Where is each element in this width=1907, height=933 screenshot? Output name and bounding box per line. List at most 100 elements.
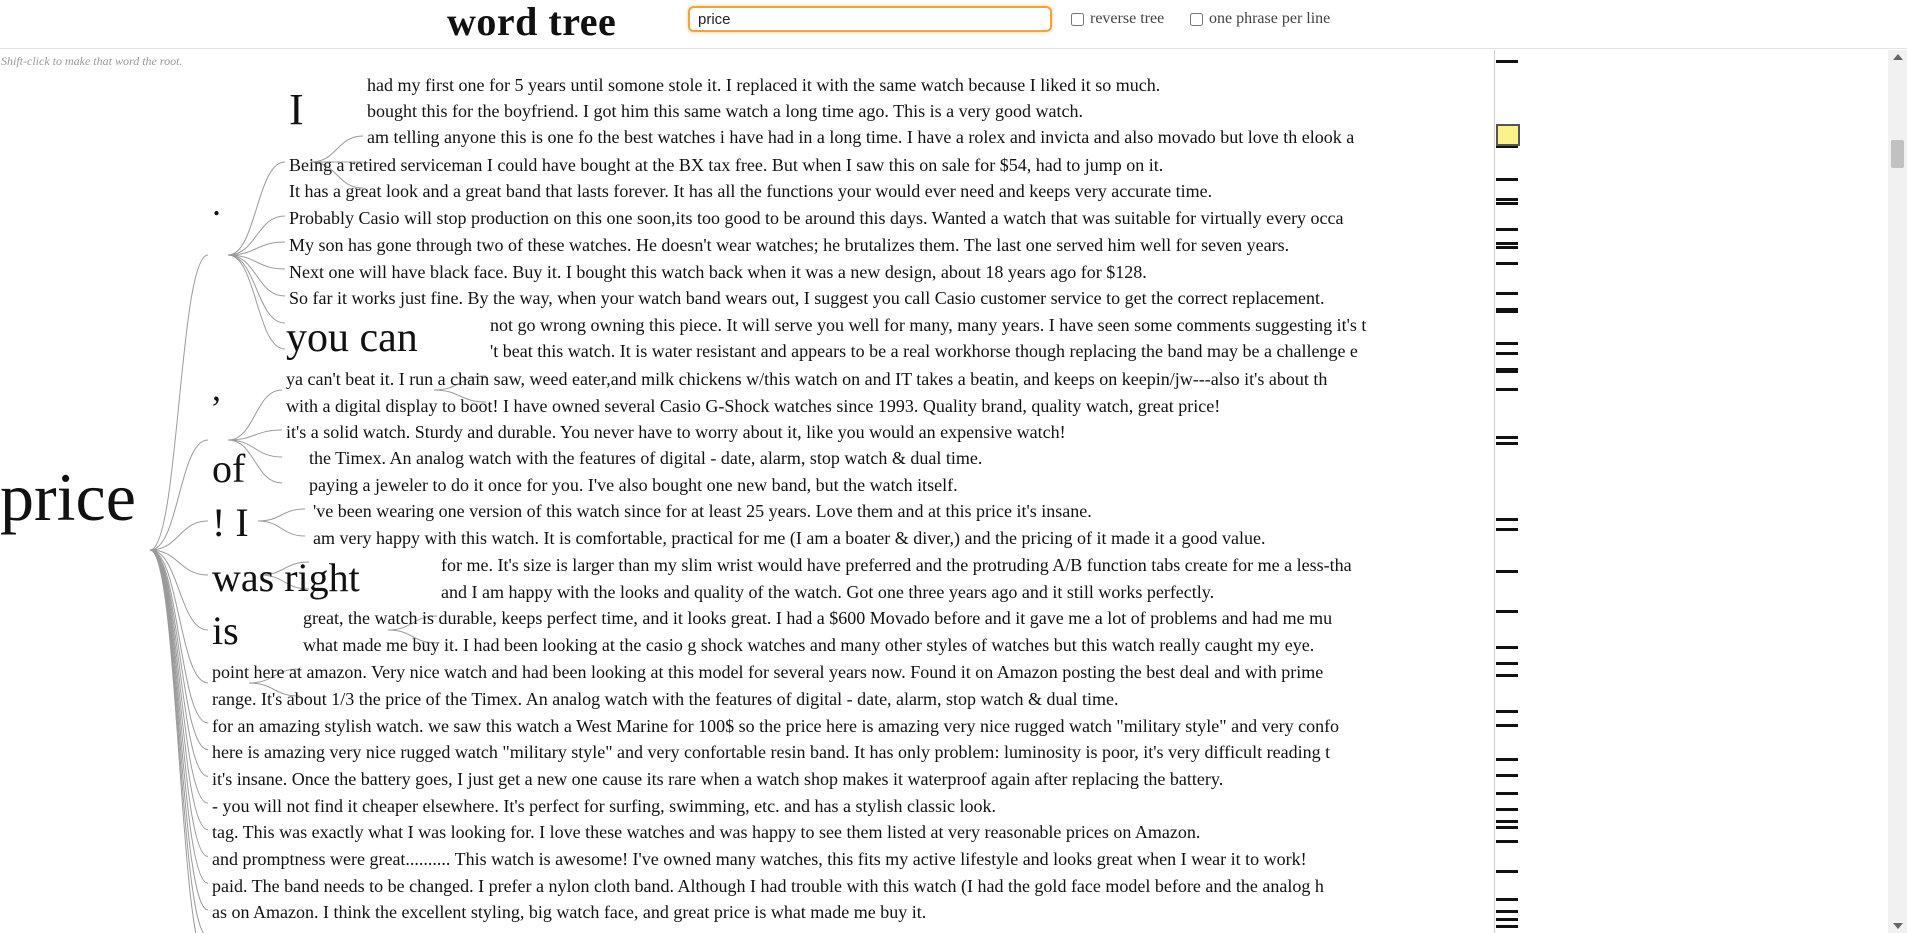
- leaf-phrase[interactable]: paying a jeweler to do it once for you. …: [309, 476, 958, 494]
- leaf-phrase[interactable]: great, the watch is durable, keeps perfe…: [303, 609, 1332, 627]
- tree-connector: [149, 549, 205, 933]
- minimap-match-mark[interactable]: [1496, 262, 1518, 265]
- tree-connector: [227, 254, 286, 324]
- scroll-up-arrow-icon[interactable]: [1893, 54, 1903, 60]
- minimap-match-mark[interactable]: [1496, 370, 1518, 373]
- branch-word[interactable]: you can: [286, 317, 418, 359]
- branch-word[interactable]: .: [212, 185, 221, 221]
- tree-connector: [227, 389, 283, 441]
- minimap-match-mark[interactable]: [1496, 808, 1518, 811]
- tree-connector: [149, 549, 209, 911]
- leaf-phrase[interactable]: had my first one for 5 years until somon…: [367, 76, 1160, 94]
- leaf-phrase[interactable]: what made me buy it. I had been looking …: [303, 636, 1314, 654]
- review-text-panel: is definitely a bang for the bucks. I lo…: [1494, 50, 1907, 933]
- minimap-match-mark[interactable]: [1496, 352, 1518, 355]
- minimap-match-mark[interactable]: [1496, 570, 1518, 573]
- minimap-match-mark[interactable]: [1496, 758, 1518, 761]
- branch-word[interactable]: ! I: [212, 503, 249, 543]
- minimap-match-mark[interactable]: [1496, 774, 1518, 777]
- minimap-match-mark[interactable]: [1496, 242, 1518, 245]
- minimap-match-mark[interactable]: [1496, 60, 1518, 63]
- branch-word[interactable]: of: [212, 449, 245, 489]
- leaf-phrase[interactable]: So far it works just fine. By the way, w…: [289, 289, 1325, 307]
- match-minimap[interactable]: [1494, 50, 1524, 933]
- tree-connector: [149, 549, 209, 857]
- leaf-phrase[interactable]: Next one will have black face. Buy it. I…: [289, 263, 1147, 281]
- leaf-phrase[interactable]: bought this for the boyfriend. I got him…: [367, 102, 1083, 120]
- search-input[interactable]: [688, 6, 1052, 32]
- minimap-match-mark[interactable]: [1496, 925, 1518, 928]
- leaf-phrase[interactable]: 've been wearing one version of this wat…: [313, 502, 1092, 520]
- minimap-match-mark[interactable]: [1496, 342, 1518, 345]
- root-word[interactable]: price: [0, 463, 136, 531]
- minimap-match-mark[interactable]: [1496, 442, 1518, 445]
- minimap-match-mark[interactable]: [1496, 840, 1518, 843]
- minimap-match-mark[interactable]: [1496, 646, 1518, 649]
- scroll-down-arrow-icon[interactable]: [1893, 923, 1903, 929]
- leaf-phrase[interactable]: am telling anyone this is one fo the bes…: [367, 128, 1354, 146]
- leaf-phrase[interactable]: it's a solid watch. Sturdy and durable. …: [286, 423, 1066, 441]
- reverse-tree-checkbox[interactable]: [1071, 12, 1084, 26]
- branch-word[interactable]: was right: [212, 558, 360, 598]
- minimap-match-mark[interactable]: [1496, 820, 1518, 823]
- minimap-match-mark[interactable]: [1496, 436, 1518, 439]
- leaf-phrase[interactable]: am very happy with this watch. It is com…: [313, 529, 1265, 547]
- minimap-match-mark[interactable]: [1496, 610, 1518, 613]
- header: word tree reverse tree one phrase per li…: [0, 0, 1907, 49]
- leaf-phrase[interactable]: with a digital display to boot! I have o…: [286, 397, 1220, 415]
- leaf-phrase[interactable]: and I am happy with the looks and qualit…: [441, 583, 1214, 601]
- minimap-match-mark[interactable]: [1496, 674, 1518, 677]
- branch-word[interactable]: I: [289, 87, 304, 132]
- leaf-phrase[interactable]: ya can't beat it. I run a chain saw, wee…: [286, 370, 1327, 388]
- minimap-match-mark[interactable]: [1496, 826, 1518, 829]
- minimap-match-mark[interactable]: [1496, 202, 1518, 205]
- one-phrase-checkbox[interactable]: [1190, 12, 1203, 26]
- minimap-match-mark[interactable]: [1496, 178, 1518, 181]
- minimap-match-mark[interactable]: [1496, 724, 1518, 727]
- minimap-match-mark[interactable]: [1496, 792, 1518, 795]
- minimap-match-mark[interactable]: [1496, 870, 1518, 873]
- one-phrase-label: one phrase per line: [1209, 10, 1331, 27]
- leaf-phrase[interactable]: the Timex. An analog watch with the feat…: [309, 449, 982, 467]
- leaf-phrase[interactable]: point here at amazon. Very nice watch an…: [212, 663, 1323, 681]
- scrollbar[interactable]: [1888, 50, 1907, 933]
- minimap-match-mark[interactable]: [1496, 310, 1518, 313]
- branch-word[interactable]: is: [212, 611, 239, 651]
- leaf-phrase[interactable]: range. It's about 1/3 the price of the T…: [212, 690, 1119, 708]
- minimap-match-mark[interactable]: [1496, 918, 1518, 921]
- leaf-phrase[interactable]: here is amazing very nice rugged watch "…: [212, 743, 1330, 761]
- minimap-match-mark[interactable]: [1496, 710, 1518, 713]
- leaf-phrase[interactable]: as on Amazon. I think the excellent styl…: [212, 903, 926, 921]
- word-tree: price. Ihad my first one for 5 years unti…: [0, 50, 1493, 933]
- leaf-phrase[interactable]: Probably Casio will stop production on t…: [289, 209, 1344, 227]
- leaf-phrase[interactable]: for me. It's size is larger than my slim…: [441, 556, 1352, 574]
- minimap-match-mark[interactable]: [1496, 198, 1518, 201]
- minimap-match-mark[interactable]: [1496, 910, 1518, 913]
- minimap-current-marker[interactable]: [1496, 124, 1520, 146]
- scroll-thumb[interactable]: [1891, 140, 1904, 168]
- tree-connector: [149, 254, 209, 551]
- minimap-match-mark[interactable]: [1496, 228, 1518, 231]
- leaf-phrase[interactable]: for an amazing stylish watch. we saw thi…: [212, 717, 1339, 735]
- branch-word[interactable]: ,: [212, 370, 221, 406]
- leaf-phrase[interactable]: 't beat this watch. It is water resistan…: [490, 342, 1358, 360]
- minimap-match-mark[interactable]: [1496, 662, 1518, 665]
- minimap-match-mark[interactable]: [1496, 518, 1518, 521]
- leaf-phrase[interactable]: - you will not find it cheaper elsewhere…: [212, 797, 996, 815]
- minimap-match-mark[interactable]: [1496, 898, 1518, 901]
- minimap-match-mark[interactable]: [1496, 388, 1518, 391]
- leaf-phrase[interactable]: it's insane. Once the battery goes, I ju…: [212, 770, 1223, 788]
- leaf-phrase[interactable]: It has a great look and a great band tha…: [289, 182, 1212, 200]
- leaf-phrase[interactable]: not go wrong owning this piece. It will …: [490, 316, 1366, 334]
- leaf-phrase[interactable]: paid. The band needs to be changed. I pr…: [212, 877, 1324, 895]
- leaf-phrase[interactable]: and promptness were great.......... This…: [212, 850, 1307, 868]
- leaf-phrase[interactable]: My son has gone through two of these wat…: [289, 236, 1289, 254]
- minimap-match-mark[interactable]: [1496, 528, 1518, 531]
- leaf-phrase[interactable]: tag. This was exactly what I was looking…: [212, 823, 1200, 841]
- leaf-phrase[interactable]: Being a retired serviceman I could have …: [289, 156, 1163, 174]
- tree-connector: [149, 439, 209, 551]
- minimap-match-mark[interactable]: [1496, 292, 1518, 295]
- reverse-tree-option[interactable]: reverse tree: [1071, 10, 1164, 28]
- minimap-match-mark[interactable]: [1496, 246, 1518, 249]
- one-phrase-option[interactable]: one phrase per line: [1190, 10, 1330, 28]
